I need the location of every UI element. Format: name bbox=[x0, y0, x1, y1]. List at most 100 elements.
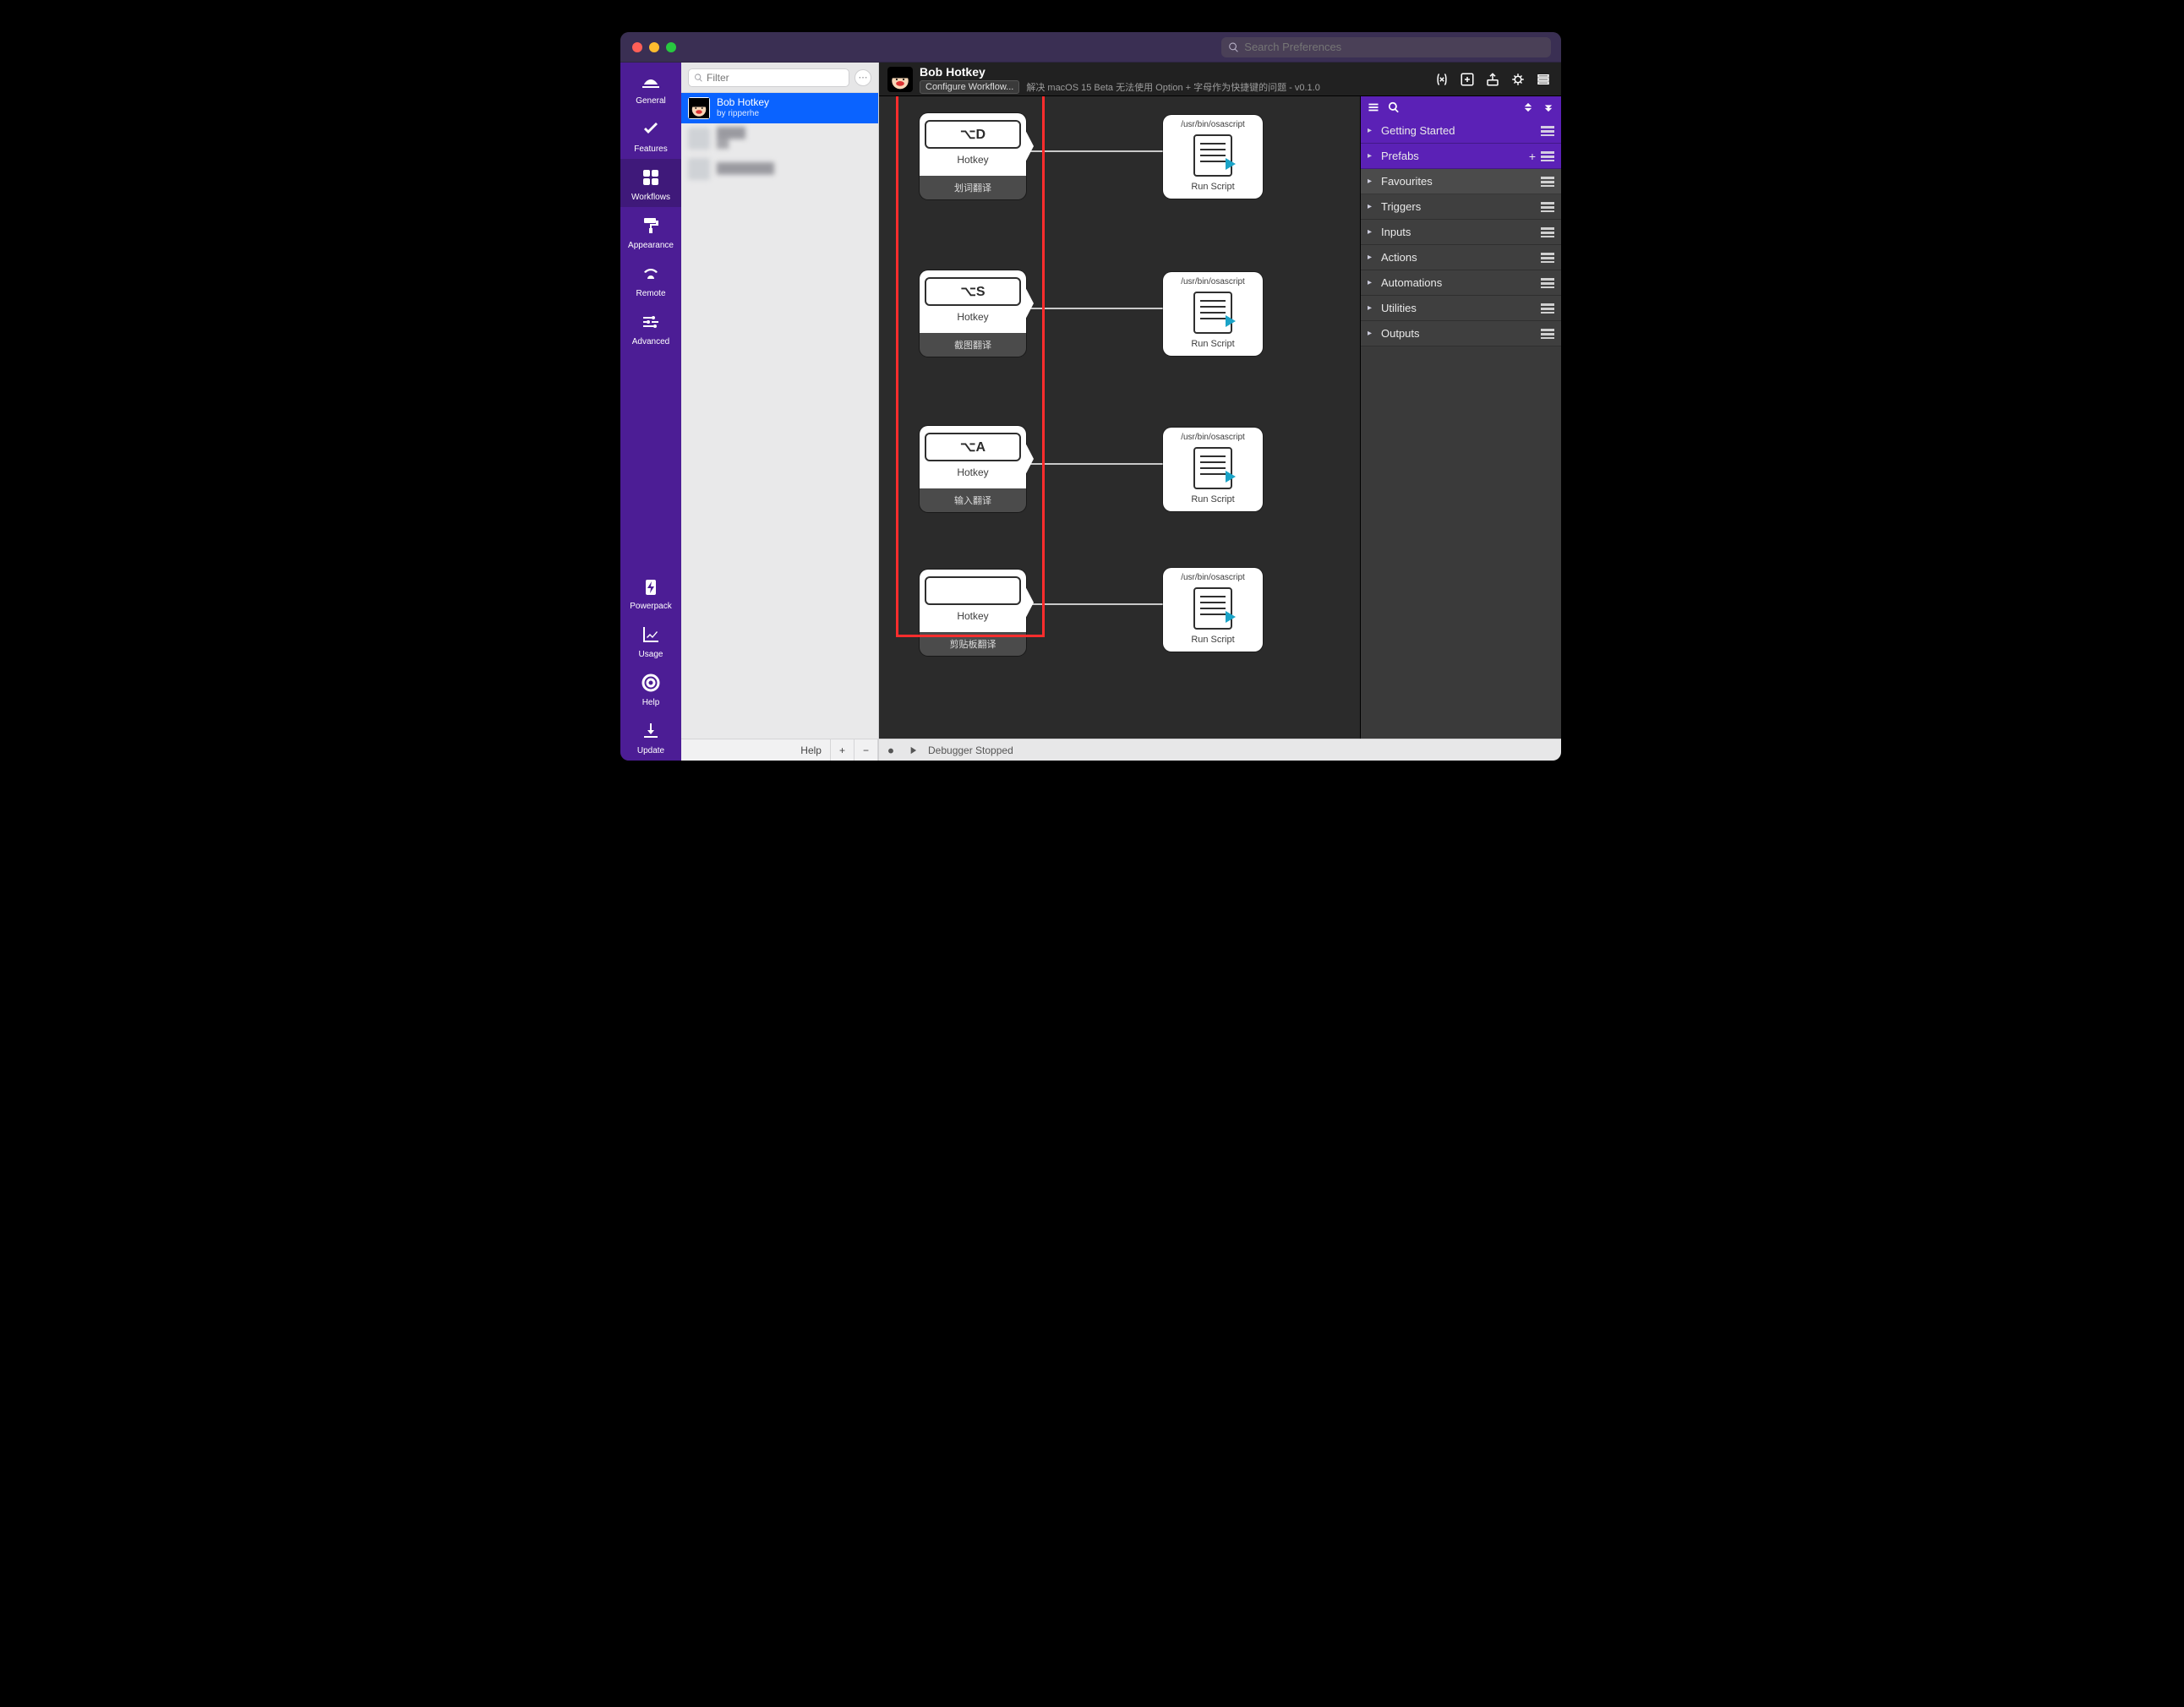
titlebar bbox=[620, 32, 1561, 63]
sidebar-item-general[interactable]: General bbox=[620, 63, 681, 111]
run-script-node[interactable]: /usr/bin/osascript Run Script bbox=[1163, 428, 1263, 511]
sidebar-item-features[interactable]: Features bbox=[620, 111, 681, 159]
workflow-row[interactable]: Bob Hotkey by ripperhe bbox=[681, 93, 878, 123]
search-icon[interactable] bbox=[1386, 100, 1401, 115]
search-input[interactable] bbox=[1244, 41, 1544, 53]
zoom-icon[interactable] bbox=[666, 42, 676, 52]
stack-icon bbox=[1541, 126, 1554, 136]
palette-label: Favourites bbox=[1381, 175, 1433, 188]
download-icon bbox=[639, 719, 663, 743]
stack-icon bbox=[1541, 177, 1554, 187]
palette-group[interactable]: ▸Actions bbox=[1361, 245, 1561, 270]
sidebar-item-label: Advanced bbox=[632, 337, 669, 346]
palette-group[interactable]: ▸Outputs bbox=[1361, 321, 1561, 346]
palette-group[interactable]: ▸Prefabs+ bbox=[1361, 144, 1561, 169]
stack-icon bbox=[1541, 202, 1554, 212]
workflow-row[interactable]: ████████ bbox=[681, 154, 878, 184]
grid-icon bbox=[639, 166, 663, 189]
stack-icon bbox=[1541, 303, 1554, 314]
list-bottombar: Help + − bbox=[681, 739, 878, 761]
expand-icon[interactable] bbox=[1541, 100, 1556, 115]
sidebar-item-label: Appearance bbox=[628, 241, 674, 250]
sidebar-item-appearance[interactable]: Appearance bbox=[620, 207, 681, 255]
play-icon[interactable] bbox=[906, 744, 920, 757]
workflow-row[interactable]: ████ ██ bbox=[681, 123, 878, 154]
palette-toggle-icon[interactable] bbox=[1534, 70, 1553, 89]
sidebar-item-remote[interactable]: Remote bbox=[620, 255, 681, 303]
script-doc-icon bbox=[1193, 134, 1232, 177]
search-icon bbox=[694, 73, 703, 83]
palette-group[interactable]: ▸Inputs bbox=[1361, 220, 1561, 245]
remote-icon bbox=[639, 262, 663, 286]
status-bar: Debugger Stopped bbox=[879, 739, 1561, 761]
remove-workflow-button[interactable]: − bbox=[854, 739, 878, 761]
canvas[interactable]: ⌥D Hotkey 划词翻译 ⌥S Hotkey 截图翻译 bbox=[879, 96, 1360, 739]
check-icon bbox=[639, 117, 663, 141]
hat-icon bbox=[639, 69, 663, 93]
workflow-icon bbox=[887, 67, 913, 92]
list-icon[interactable] bbox=[1366, 100, 1381, 115]
run-script-node[interactable]: /usr/bin/osascript Run Script bbox=[1163, 115, 1263, 199]
minimize-icon[interactable] bbox=[649, 42, 659, 52]
help-button[interactable]: Help bbox=[792, 739, 831, 761]
stack-icon bbox=[1541, 227, 1554, 237]
bug-icon[interactable] bbox=[884, 744, 898, 757]
variable-icon[interactable] bbox=[1433, 70, 1451, 89]
sidebar-item-label: Workflows bbox=[631, 193, 670, 202]
sidebar-item-advanced[interactable]: Advanced bbox=[620, 303, 681, 352]
workflow-header: Bob Hotkey Configure Workflow... 解决 macO… bbox=[879, 63, 1561, 96]
palette-group[interactable]: ▸Utilities bbox=[1361, 296, 1561, 321]
script-path: /usr/bin/osascript bbox=[1163, 428, 1263, 444]
plus-icon[interactable]: + bbox=[1529, 150, 1536, 163]
workflow-title: ████ bbox=[717, 128, 745, 139]
sidebar-item-update[interactable]: Update bbox=[620, 712, 681, 761]
search-icon bbox=[1228, 41, 1239, 53]
palette-group[interactable]: ▸Favourites bbox=[1361, 169, 1561, 194]
workflow-title: Bob Hotkey bbox=[920, 65, 1320, 79]
workflow-thumbnail bbox=[688, 97, 710, 119]
sidebar-item-label: Usage bbox=[639, 650, 663, 659]
search-preferences[interactable] bbox=[1221, 37, 1551, 57]
script-doc-icon bbox=[1193, 292, 1232, 334]
run-script-node[interactable]: /usr/bin/osascript Run Script bbox=[1163, 568, 1263, 652]
script-doc-icon bbox=[1193, 447, 1232, 489]
add-icon[interactable] bbox=[1458, 70, 1477, 89]
filter-input[interactable] bbox=[688, 68, 849, 87]
sidebar-item-label: General bbox=[636, 96, 666, 106]
sidebar-item-workflows[interactable]: Workflows bbox=[620, 159, 681, 207]
script-doc-icon bbox=[1193, 587, 1232, 630]
collapse-icon[interactable] bbox=[1521, 100, 1536, 115]
window: General Features Workflows Appearance Re… bbox=[620, 32, 1561, 761]
sliders-icon bbox=[639, 310, 663, 334]
configure-workflow-button[interactable]: Configure Workflow... bbox=[920, 80, 1019, 94]
sidebar-item-usage[interactable]: Usage bbox=[620, 616, 681, 664]
debugger-status: Debugger Stopped bbox=[928, 744, 1013, 756]
palette-group[interactable]: ▸Automations bbox=[1361, 270, 1561, 296]
sidebar-item-label: Features bbox=[634, 145, 667, 154]
sidebar-item-powerpack[interactable]: Powerpack bbox=[620, 568, 681, 616]
workflow-list: ⋯ Bob Hotkey by ripperhe bbox=[681, 63, 879, 761]
workflow-thumbnail bbox=[688, 158, 710, 180]
workflow-description: 解决 macOS 15 Beta 无法使用 Option + 字母作为快捷键的问… bbox=[1026, 80, 1320, 94]
add-workflow-button[interactable]: + bbox=[831, 739, 854, 761]
palette-group[interactable]: ▸Getting Started bbox=[1361, 118, 1561, 144]
more-options-icon[interactable]: ⋯ bbox=[854, 69, 871, 86]
node-type-label: Run Script bbox=[1163, 178, 1263, 199]
stack-icon bbox=[1541, 151, 1554, 161]
palette-label: Actions bbox=[1381, 251, 1417, 264]
battery-bolt-icon bbox=[639, 575, 663, 598]
sidebar-item-help[interactable]: Help bbox=[620, 664, 681, 712]
palette-group[interactable]: ▸Triggers bbox=[1361, 194, 1561, 220]
sidebar-item-label: Powerpack bbox=[630, 602, 671, 611]
stack-icon bbox=[1541, 329, 1554, 339]
stack-icon bbox=[1541, 253, 1554, 263]
share-icon[interactable] bbox=[1483, 70, 1502, 89]
palette-label: Inputs bbox=[1381, 226, 1411, 238]
debug-icon[interactable] bbox=[1509, 70, 1527, 89]
close-icon[interactable] bbox=[632, 42, 642, 52]
run-script-node[interactable]: /usr/bin/osascript Run Script bbox=[1163, 272, 1263, 356]
highlight-annotation bbox=[896, 96, 1045, 637]
palette-label: Outputs bbox=[1381, 327, 1420, 340]
workflow-thumbnail bbox=[688, 128, 710, 150]
node-type-label: Run Script bbox=[1163, 631, 1263, 652]
